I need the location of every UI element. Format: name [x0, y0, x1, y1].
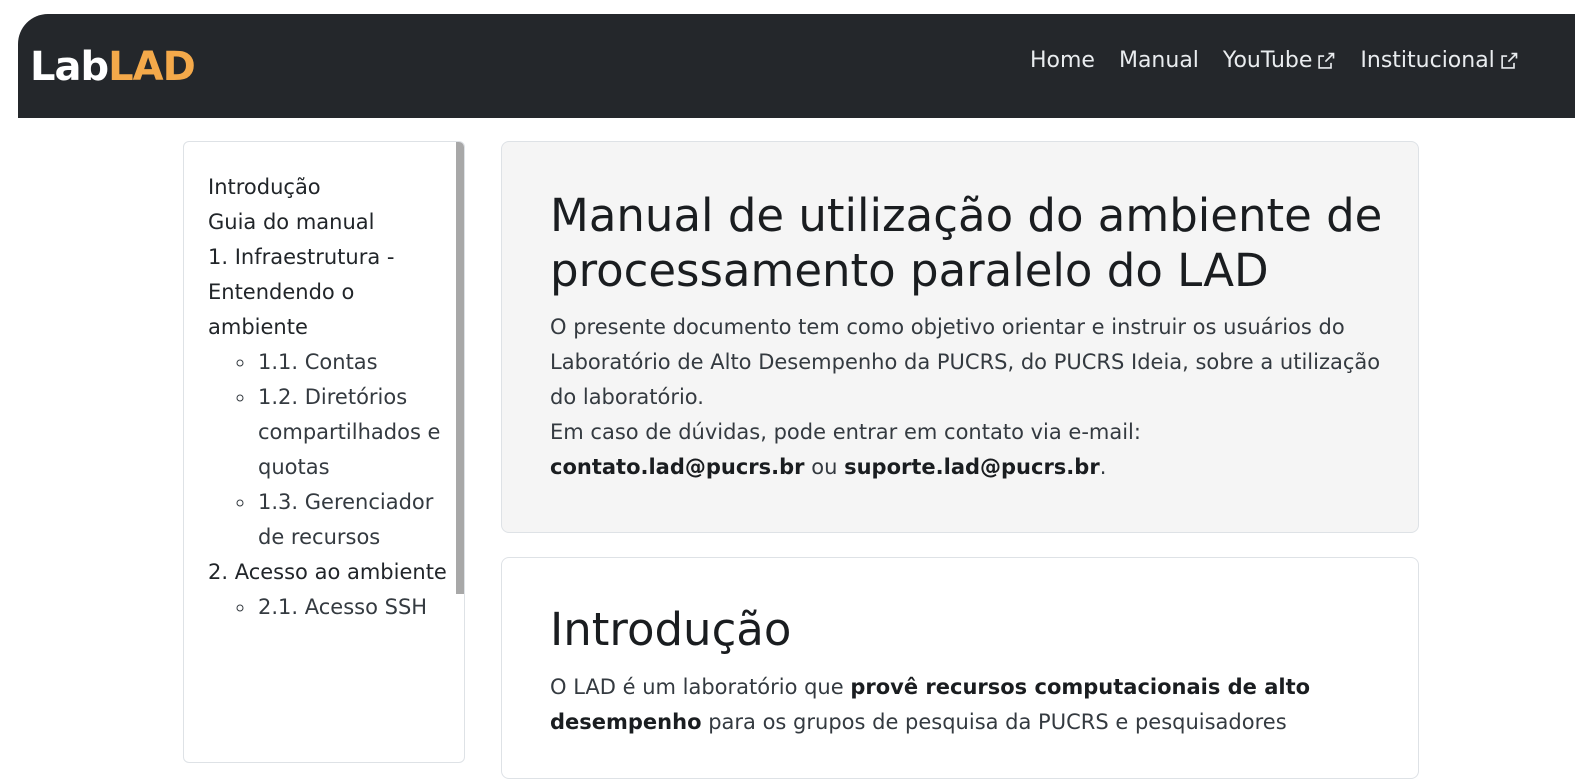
toc-item-label: Introdução: [208, 175, 321, 199]
period-text: .: [1099, 455, 1107, 479]
toc-item-guia[interactable]: Guia do manual: [208, 205, 448, 240]
brand-logo[interactable]: LabLAD: [30, 44, 196, 90]
toc-item-label: Guia do manual: [208, 210, 375, 234]
nav-home-link[interactable]: Home: [1030, 48, 1095, 73]
toc-subitem-gerenciador[interactable]: 1.3. Gerenciador de recursos: [256, 485, 448, 555]
toc-list: Introdução Guia do manual 1. Infraestrut…: [208, 170, 448, 625]
nav-institucional-link[interactable]: Institucional: [1360, 48, 1518, 73]
email-contato[interactable]: contato.lad@pucrs.br: [550, 455, 805, 479]
or-text: ou: [811, 455, 838, 479]
toc-item-label: 1. Infraestrutura - Entendendo o ambient…: [208, 245, 395, 339]
nav-links: Home Manual YouTube Institucional: [1030, 48, 1519, 73]
nav-manual-label: Manual: [1118, 48, 1199, 73]
intro-paragraph: O LAD é um laboratório que provê recurso…: [550, 670, 1390, 740]
page-title: Manual de utilização do ambiente de proc…: [550, 189, 1383, 297]
toc-subitem-contas[interactable]: 1.1. Contas: [256, 345, 448, 380]
toc-item-infraestrutura[interactable]: 1. Infraestrutura - Entendendo o ambient…: [208, 240, 448, 555]
email-suporte[interactable]: suporte.lad@pucrs.br: [844, 455, 1100, 479]
nav-youtube-link[interactable]: YouTube: [1223, 48, 1336, 73]
intro-card: Introdução O LAD é um laboratório que pr…: [501, 557, 1419, 779]
hero-description: O presente documento tem como objetivo o…: [550, 310, 1390, 485]
hero-text: O presente documento tem como objetivo o…: [550, 315, 1381, 409]
top-navbar: LabLAD Home Manual YouTube Institucional: [18, 14, 1575, 118]
table-of-contents-sidebar: Introdução Guia do manual 1. Infraestrut…: [183, 141, 465, 763]
external-link-icon: [1499, 51, 1519, 71]
toc-item-label: 2. Acesso ao ambiente: [208, 560, 447, 584]
hero-card: Manual de utilização do ambiente de proc…: [501, 141, 1419, 533]
hero-contact-text: Em caso de dúvidas, pode entrar em conta…: [550, 420, 1141, 444]
toc-sublist: 1.1. Contas 1.2. Diretórios compartilhad…: [208, 345, 448, 555]
nav-manual-link[interactable]: Manual: [1119, 48, 1199, 73]
brand-lad-text: LAD: [108, 44, 196, 90]
intro-text-a: O LAD é um laboratório que: [550, 675, 844, 699]
toc-sublist: 2.1. Acesso SSH: [208, 590, 448, 625]
sidebar-scrollbar[interactable]: [456, 142, 464, 594]
external-link-icon: [1316, 51, 1336, 71]
toc-item-acesso[interactable]: 2. Acesso ao ambiente 2.1. Acesso SSH: [208, 555, 448, 625]
nav-home-label: Home: [1030, 48, 1095, 73]
toc-subitem-diretorios[interactable]: 1.2. Diretórios compartilhados e quotas: [256, 380, 448, 485]
toc-item-introducao[interactable]: Introdução: [208, 170, 448, 205]
intro-title: Introdução: [550, 603, 792, 656]
brand-lab-text: Lab: [30, 44, 109, 90]
nav-youtube-label: YouTube: [1222, 48, 1313, 73]
intro-text-b: para os grupos de pesquisa da PUCRS e pe…: [708, 710, 1287, 734]
toc-subitem-ssh[interactable]: 2.1. Acesso SSH: [256, 590, 448, 625]
nav-institucional-label: Institucional: [1360, 48, 1495, 73]
